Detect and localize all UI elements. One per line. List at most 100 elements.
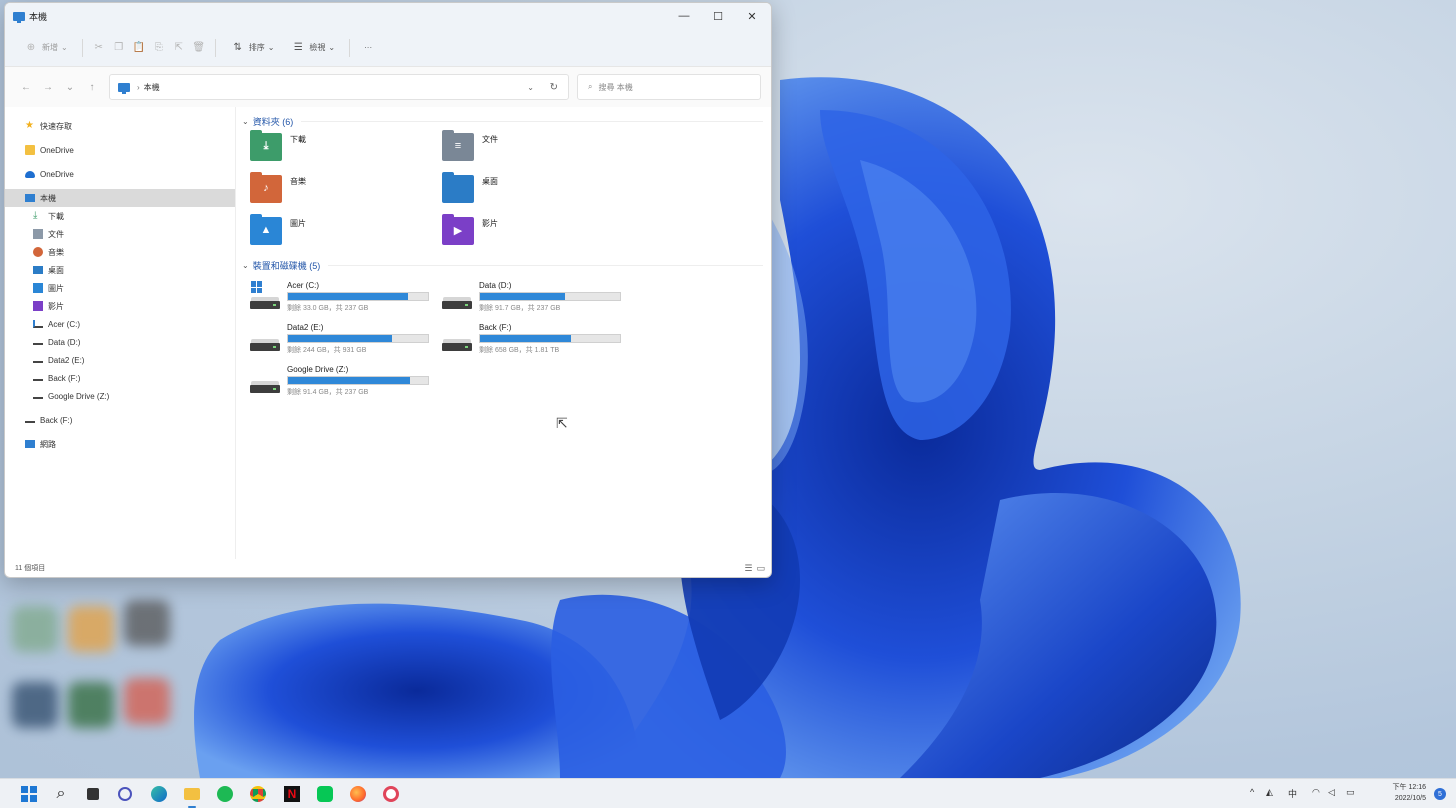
refresh-icon[interactable]: ↻ — [550, 82, 558, 93]
drive-usage-bar — [479, 292, 621, 301]
folder-downloads[interactable]: ⤓ 下載 — [250, 130, 442, 165]
file-explorer-button[interactable] — [181, 783, 203, 808]
firefox-button[interactable] — [347, 783, 369, 805]
volume-icon[interactable]: ◁ — [1328, 787, 1335, 798]
nav-this-pc[interactable]: 本機 — [5, 189, 235, 207]
nav-desktop[interactable]: 桌面 — [5, 261, 235, 279]
delete-icon[interactable]: 🗑 — [191, 40, 207, 56]
breadcrumb-this-pc[interactable]: 本機 — [144, 82, 160, 93]
chat-button[interactable] — [114, 783, 136, 805]
drive-z[interactable]: Google Drive (Z:) 剩餘 91.4 GB，共 237 GB — [250, 365, 442, 397]
window-title: 本機 — [29, 11, 48, 22]
netflix-button[interactable]: N — [281, 783, 303, 805]
nav-drive-f[interactable]: Back (F:) — [5, 369, 235, 387]
address-bar[interactable]: › 本機 ⌄ ↻ — [109, 74, 569, 100]
close-button[interactable]: ✕ — [735, 3, 769, 29]
app-button[interactable] — [380, 783, 402, 805]
paste-icon[interactable]: 📋 — [131, 40, 147, 56]
nav-onedrive-personal[interactable]: OneDrive — [5, 141, 235, 159]
desktop-app-icon[interactable] — [12, 606, 58, 652]
search-taskbar-button[interactable]: ⌕ — [50, 783, 72, 805]
drive-d[interactable]: Data (D:) 剩餘 91.7 GB，共 237 GB — [442, 281, 634, 313]
view-button[interactable]: ☰ 檢視 ⌄ — [284, 36, 341, 60]
up-arrow-icon[interactable]: ↑ — [81, 82, 103, 93]
share-icon[interactable]: ⇱ — [171, 40, 187, 56]
clock[interactable]: 下午 12:16 2022/10/5 — [1393, 782, 1426, 804]
nav-pictures[interactable]: 圖片 — [5, 279, 235, 297]
folder-pictures[interactable]: ▲ 圖片 — [250, 214, 442, 249]
desktop-app-icon[interactable] — [12, 682, 58, 728]
folder-videos[interactable]: ▶ 影片 — [442, 214, 634, 249]
nav-drive-z[interactable]: Google Drive (Z:) — [5, 387, 235, 405]
item-count: 11 個項目 — [15, 565, 46, 572]
start-button[interactable] — [18, 783, 40, 805]
mouse-pointer-icon: ⇱ — [556, 415, 568, 431]
nav-videos[interactable]: 影片 — [5, 297, 235, 315]
sort-button[interactable]: ⇅ 排序 ⌄ — [224, 36, 281, 60]
copy-icon[interactable]: ❐ — [111, 40, 127, 56]
minimize-button[interactable]: — — [667, 3, 701, 29]
drives-group-header[interactable]: ⌄ 裝置和磁碟機 (5) — [240, 257, 763, 273]
task-view-button[interactable] — [82, 783, 104, 805]
desktop-app-icon[interactable] — [68, 682, 114, 728]
folder-documents[interactable]: ≡ 文件 — [442, 130, 634, 165]
drive-space: 剩餘 91.4 GB，共 237 GB — [287, 389, 369, 396]
forward-arrow-icon[interactable]: → — [37, 82, 59, 93]
new-button[interactable]: ⊕ 新增 ⌄ — [17, 36, 74, 60]
nav-downloads[interactable]: ⤓ 下載 — [5, 207, 235, 225]
show-hidden-icons-button[interactable]: ^ — [1250, 787, 1254, 797]
nav-drive-c[interactable]: Acer (C:) — [5, 315, 235, 333]
nav-quick-access[interactable]: ★ 快速存取 — [5, 117, 235, 135]
nav-label: OneDrive — [40, 145, 74, 155]
music-folder-icon: ♪ — [250, 172, 282, 203]
nav-drive-d[interactable]: Data (D:) — [5, 333, 235, 351]
drive-f[interactable]: Back (F:) 剩餘 658 GB，共 1.81 TB — [442, 323, 634, 355]
pictures-folder-icon: ▲ — [250, 214, 282, 245]
cut-icon[interactable]: ✂ — [91, 40, 107, 56]
address-row: ← → ⌄ ↑ › 本機 ⌄ ↻ ⌕ 搜尋 本機 — [5, 67, 771, 107]
nav-label: 網路 — [40, 439, 56, 449]
hard-drive-icon — [250, 371, 280, 395]
maximize-button[interactable]: ☐ — [701, 3, 735, 29]
desktop-app-icon[interactable] — [124, 600, 170, 646]
nav-network[interactable]: 網路 — [5, 435, 235, 453]
search-box[interactable]: ⌕ 搜尋 本機 — [577, 74, 761, 100]
wifi-icon[interactable]: ◠ — [1312, 787, 1320, 798]
rename-icon[interactable]: ⎘ — [151, 40, 167, 56]
tiles-view-icon[interactable]: ▭ — [756, 563, 765, 574]
desktop-app-icon[interactable] — [124, 678, 170, 724]
details-view-icon[interactable]: ☰ — [744, 563, 752, 574]
notification-badge[interactable]: 5 — [1434, 788, 1446, 800]
hard-drive-icon — [442, 329, 472, 353]
nav-drive-e[interactable]: Data2 (E:) — [5, 351, 235, 369]
drive-c[interactable]: Acer (C:) 剩餘 33.0 GB，共 237 GB — [250, 281, 442, 313]
chevron-down-icon: ⌄ — [242, 116, 249, 126]
folder-icon — [184, 788, 200, 800]
nav-onedrive[interactable]: OneDrive — [5, 165, 235, 183]
line-button[interactable] — [314, 783, 336, 805]
desktop-app-icon[interactable] — [68, 606, 114, 652]
address-dropdown-icon[interactable]: ⌄ — [527, 83, 534, 92]
drive-e[interactable]: Data2 (E:) 剩餘 244 GB，共 931 GB — [250, 323, 442, 355]
folder-label: 桌面 — [482, 177, 498, 186]
nav-drive-f-removable[interactable]: Back (F:) — [5, 411, 235, 429]
edge-button[interactable] — [148, 783, 170, 805]
back-arrow-icon[interactable]: ← — [15, 82, 37, 93]
folder-music[interactable]: ♪ 音樂 — [250, 172, 442, 207]
drive-space: 剩餘 658 GB，共 1.81 TB — [479, 347, 560, 354]
recent-chevron-icon[interactable]: ⌄ — [59, 82, 81, 93]
chrome-button[interactable] — [247, 783, 269, 805]
nav-label: Back (F:) — [48, 373, 81, 383]
battery-icon[interactable]: ▭ — [1346, 787, 1355, 798]
ime-indicator[interactable]: 中 — [1288, 787, 1297, 800]
folders-group-header[interactable]: ⌄ 資料夾 (6) — [240, 113, 763, 129]
folder-desktop[interactable]: 桌面 — [442, 172, 634, 207]
music-icon — [33, 247, 43, 257]
nav-music[interactable]: 音樂 — [5, 243, 235, 261]
spotify-button[interactable] — [214, 783, 236, 805]
more-options-button[interactable]: ··· — [358, 36, 378, 60]
nav-documents[interactable]: 文件 — [5, 225, 235, 243]
google-drive-tray-icon[interactable]: ◭ — [1266, 787, 1273, 798]
title-bar[interactable]: 本機 — ☐ ✕ — [5, 3, 771, 29]
folder-label: 影片 — [482, 219, 498, 228]
